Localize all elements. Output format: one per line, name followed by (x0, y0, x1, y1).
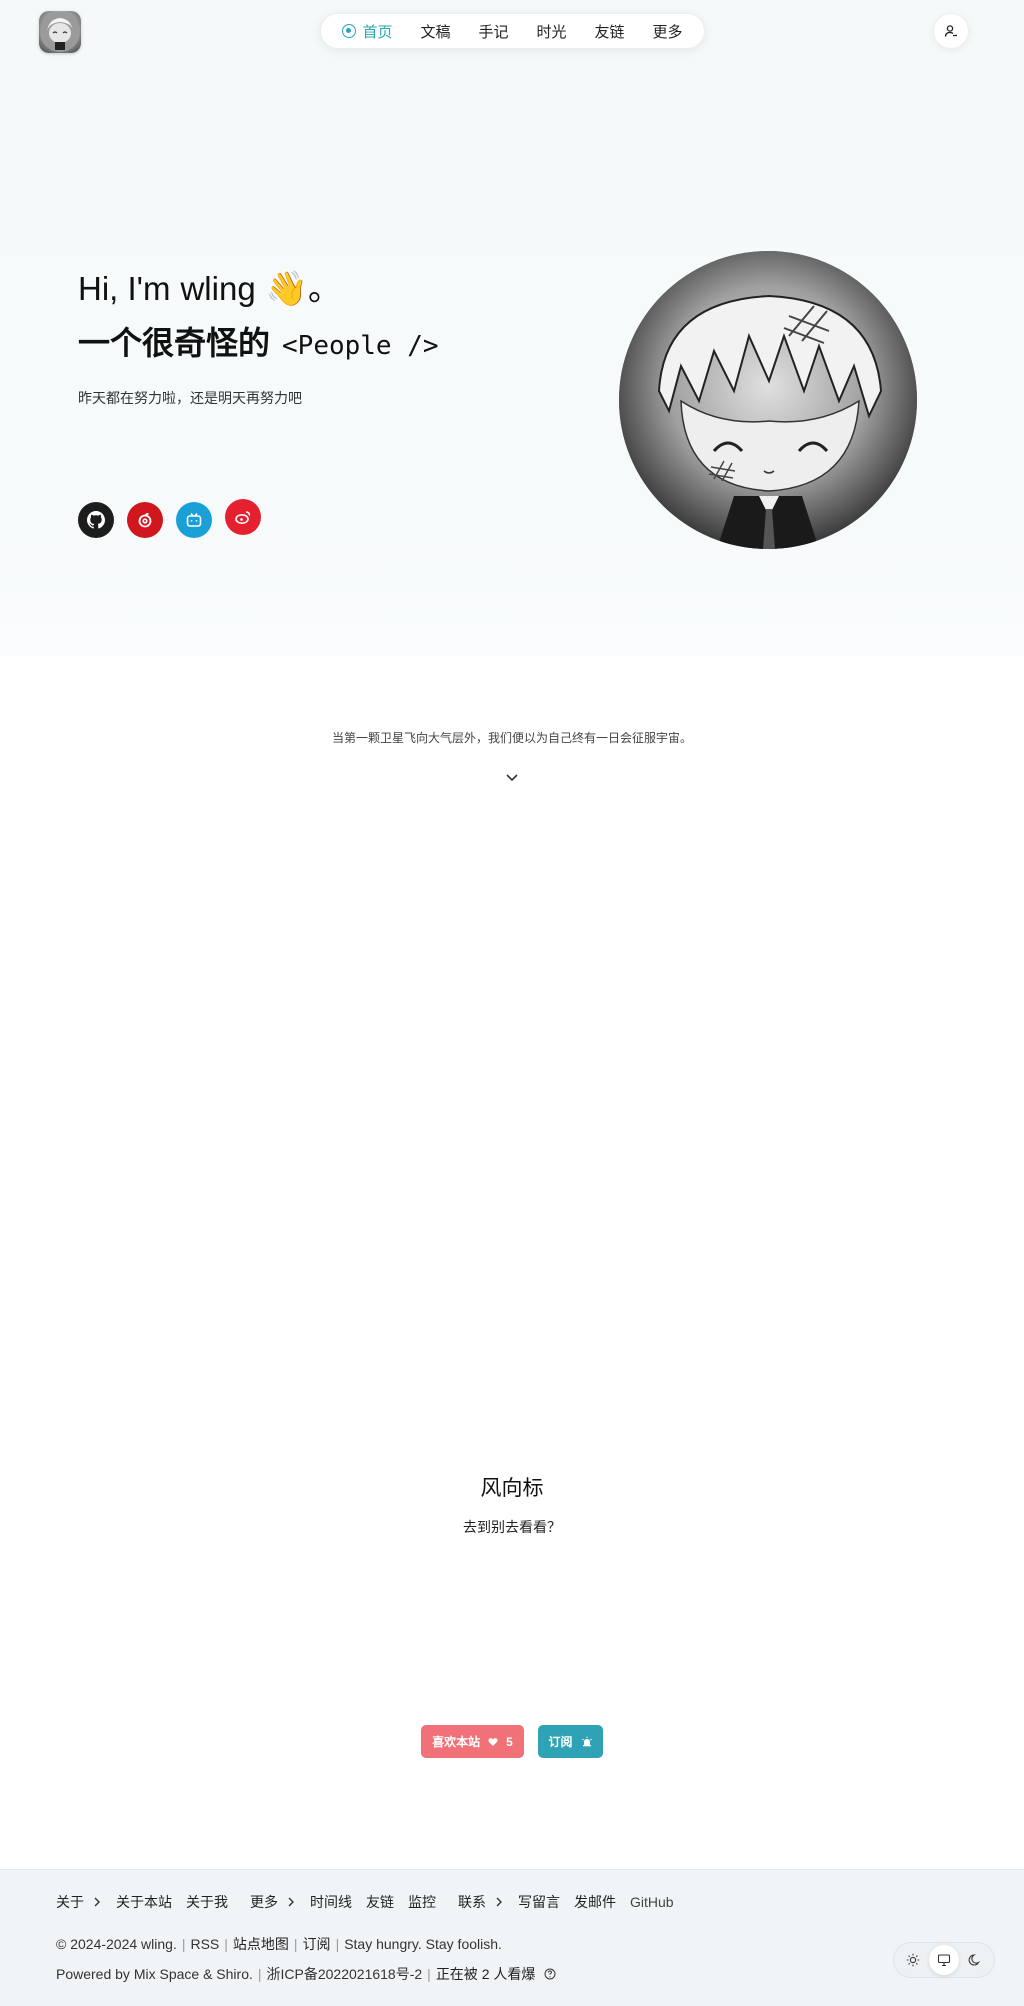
github-icon (87, 511, 105, 529)
nav-label-home: 首页 (362, 23, 393, 41)
theme-switcher (893, 1942, 995, 1978)
nav-label-more: 更多 (652, 23, 683, 41)
footer-head-contact: 联系 (458, 1894, 486, 1910)
hero-avatar (619, 251, 917, 549)
footer-link-groups: 关于 关于本站 关于我 更多 时间线 友链 监控 联系 写留言 发邮件 GitH… (56, 1892, 696, 1912)
nav-item-posts[interactable]: 文稿 (406, 21, 464, 42)
moon-icon (968, 1954, 980, 1966)
footer-link-about-me[interactable]: 关于我 (186, 1892, 228, 1912)
footer-group-head: 联系 (458, 1892, 504, 1912)
divider: | (257, 1966, 262, 1982)
github-link[interactable] (78, 502, 114, 538)
heart-icon (488, 1737, 498, 1746)
bilibili-link[interactable] (176, 502, 212, 538)
chevron-down-icon[interactable] (503, 769, 521, 787)
nav-item-friends[interactable]: 友链 (581, 21, 639, 42)
footer-group-head: 关于 (56, 1892, 102, 1912)
help-circle-icon[interactable] (544, 1968, 556, 1980)
bilibili-icon (186, 513, 202, 527)
weibo-link[interactable] (225, 499, 261, 535)
footer-sitemap-link[interactable]: 站点地图 (233, 1934, 289, 1954)
nav-item-more[interactable]: 更多 (639, 21, 697, 42)
theme-dark-button[interactable] (960, 1945, 990, 1975)
main-nav: 首页 文稿 手记 时光 友链 更多 (320, 13, 705, 49)
monitor-icon (937, 1954, 951, 1967)
footer-viewers: 正在被 2 人看爆 (435, 1966, 536, 1982)
subscribe-button[interactable]: 订阅 (538, 1725, 603, 1758)
divider: | (293, 1936, 298, 1952)
footer-rss-link[interactable]: RSS (190, 1936, 219, 1952)
tagline-code: <People /> (282, 331, 439, 361)
nav-item-notes[interactable]: 手记 (464, 21, 522, 42)
home-dot-icon (342, 24, 357, 38)
site-logo[interactable] (39, 11, 81, 53)
footer-copyright: © 2024-2024 wling. (56, 1936, 177, 1952)
footer-icp-link[interactable]: 浙ICP备2022021618号-2 (267, 1964, 423, 1984)
nav-item-home[interactable]: 首页 (328, 21, 406, 42)
windvane-title: 风向标 (480, 1477, 544, 1500)
hero-motto: 昨天都在努力啦，还是明天再努力吧 (78, 390, 302, 406)
alarm-bell-icon (581, 1736, 592, 1746)
chevron-right-icon (496, 1897, 502, 1907)
nav-label-timeline: 时光 (536, 23, 567, 41)
hero-greeting: Hi, I'm wling 👋。 (78, 262, 341, 310)
footer-link-monitor[interactable]: 监控 (408, 1892, 436, 1912)
theme-system-button[interactable] (928, 1945, 959, 1975)
hero-name: wling (180, 270, 256, 307)
user-login-button[interactable] (933, 13, 969, 49)
hero-tagline: 一个很奇怪的 <People /> (78, 318, 439, 364)
chevron-right-icon (94, 1897, 100, 1907)
footer-powered: Powered by Mix Space & Shiro. (56, 1966, 253, 1982)
nav-label-posts: 文稿 (420, 23, 451, 41)
footer-copyright-line: © 2024-2024 wling. | RSS | 站点地图 | 订阅 | S… (56, 1934, 502, 1954)
hero-quote: 当第一颗卫星飞向大气层外，我们便以为自己终有一日会征服宇宙。 (331, 731, 692, 745)
nav-label-friends: 友链 (594, 23, 625, 41)
divider: | (335, 1936, 340, 1952)
user-icon (944, 25, 957, 37)
netease-music-icon (138, 513, 152, 528)
nav-label-notes: 手记 (478, 23, 509, 41)
greeting-prefix: Hi, I'm (78, 270, 171, 307)
divider: | (224, 1936, 228, 1952)
site-footer: 关于 关于本站 关于我 更多 时间线 友链 监控 联系 写留言 发邮件 GitH… (0, 1869, 1024, 2006)
divider: | (427, 1966, 431, 1982)
footer-head-about: 关于 (56, 1894, 84, 1910)
footer-link-github[interactable]: GitHub (630, 1894, 674, 1910)
weibo-icon (235, 511, 251, 524)
footer-head-more: 更多 (250, 1894, 278, 1910)
footer-link-about-site[interactable]: 关于本站 (116, 1892, 172, 1912)
footer-group-head: 更多 (250, 1892, 296, 1912)
subscribe-label: 订阅 (548, 1735, 573, 1749)
netease-music-link[interactable] (127, 502, 163, 538)
nav-item-timeline[interactable]: 时光 (523, 21, 581, 42)
footer-powered-line: Powered by Mix Space & Shiro. | 浙ICP备202… (56, 1964, 556, 1984)
chevron-right-icon (288, 1897, 294, 1907)
footer-link-friends[interactable]: 友链 (366, 1892, 394, 1912)
footer-link-message[interactable]: 写留言 (518, 1892, 560, 1912)
tagline-text: 一个很奇怪的 (78, 325, 271, 361)
footer-subscribe-link[interactable]: 订阅 (303, 1934, 331, 1954)
windvane-subtitle: 去到别去看看？ (463, 1519, 561, 1535)
greeting-suffix: 。 (308, 270, 342, 307)
footer-slogan: Stay hungry. Stay foolish. (344, 1936, 502, 1952)
theme-light-button[interactable] (898, 1945, 928, 1975)
waving-hand-icon: 👋 (265, 270, 309, 308)
footer-link-email[interactable]: 发邮件 (574, 1892, 616, 1912)
footer-group-contact: 联系 写留言 发邮件 GitHub (458, 1892, 674, 1912)
footer-group-more: 更多 时间线 友链 监控 (250, 1892, 436, 1912)
like-site-button[interactable]: 喜欢本站 5 (421, 1725, 524, 1758)
divider: | (181, 1936, 186, 1952)
like-count: 5 (506, 1734, 513, 1749)
footer-group-about: 关于 关于本站 关于我 (56, 1892, 228, 1912)
like-label: 喜欢本站 (432, 1735, 481, 1749)
sun-icon (907, 1953, 920, 1967)
social-links (78, 499, 261, 538)
footer-link-timeline[interactable]: 时间线 (310, 1892, 352, 1912)
